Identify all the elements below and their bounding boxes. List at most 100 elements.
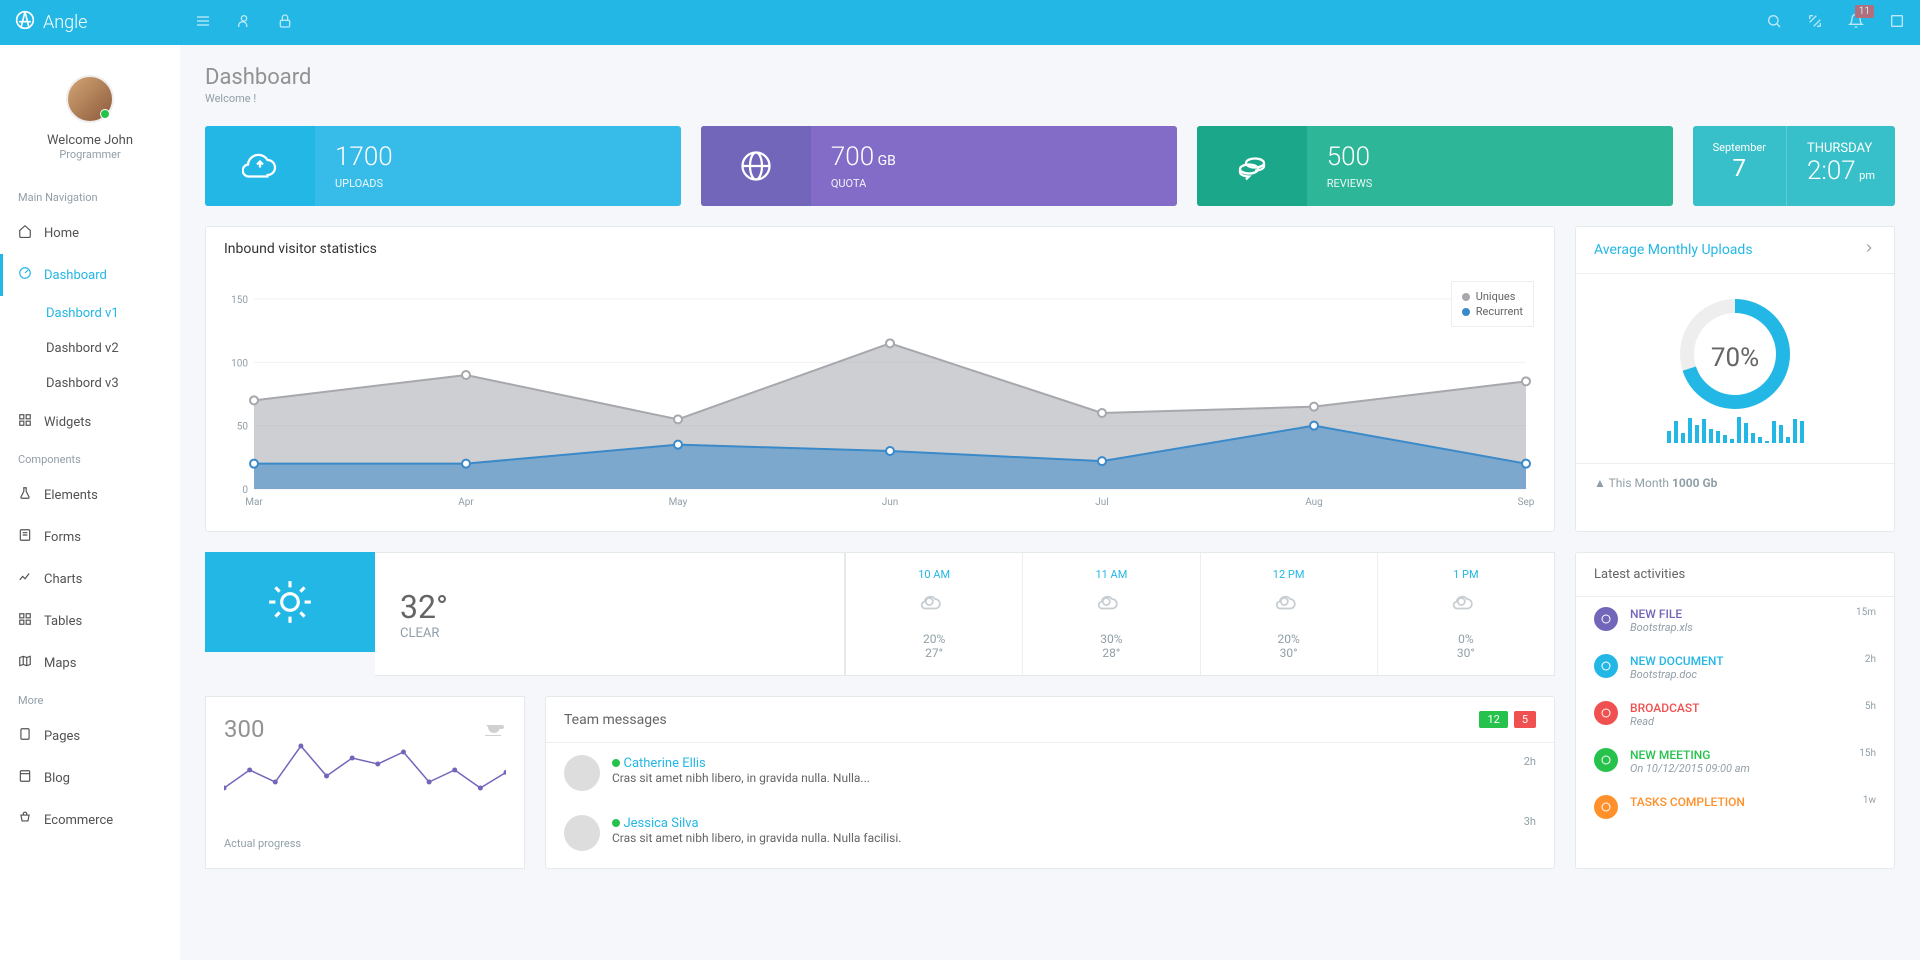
activity-icon bbox=[1594, 748, 1618, 772]
svg-text:Jun: Jun bbox=[882, 497, 899, 508]
activity-item[interactable]: NEW MEETING On 10/12/2015 09:00 am 15h bbox=[1576, 738, 1894, 785]
activity-icon bbox=[1594, 607, 1618, 631]
message-item[interactable]: Jessica Silva Cras sit amet nibh libero,… bbox=[546, 803, 1554, 863]
grid-icon bbox=[18, 413, 32, 431]
lock-icon[interactable] bbox=[277, 13, 293, 33]
nav-dashboard-v3[interactable]: Dashbord v3 bbox=[0, 366, 180, 401]
avatar bbox=[564, 815, 600, 851]
welcome-text: Welcome John bbox=[0, 133, 180, 148]
stat-value: 700 bbox=[831, 142, 874, 172]
nav-home[interactable]: Home bbox=[0, 212, 180, 254]
svg-text:Jul: Jul bbox=[1095, 497, 1108, 508]
page-subtitle: Welcome ! bbox=[205, 92, 256, 105]
weather-condition: CLEAR bbox=[400, 626, 448, 641]
topbar: Angle 11 bbox=[0, 0, 1920, 45]
nav-section-components: Components bbox=[0, 443, 180, 474]
activity-icon bbox=[1594, 701, 1618, 725]
user-icon[interactable] bbox=[236, 13, 252, 33]
nav-blog[interactable]: Blog bbox=[0, 757, 180, 799]
svg-text:Aug: Aug bbox=[1305, 497, 1323, 508]
stat-unit: GB bbox=[878, 153, 896, 169]
activity-item[interactable]: NEW DOCUMENT Bootstrap.doc 2h bbox=[1576, 644, 1894, 691]
stat-uploads[interactable]: 1700 UPLOADS bbox=[205, 126, 681, 206]
chart-title: Inbound visitor statistics bbox=[206, 227, 1554, 271]
date-weekday: THURSDAY bbox=[1807, 141, 1875, 156]
cloud-upload-icon bbox=[205, 126, 315, 206]
stat-label: REVIEWS bbox=[1327, 177, 1373, 190]
coffee-icon bbox=[482, 715, 506, 743]
date-month: September bbox=[1713, 141, 1766, 154]
chevron-right-icon[interactable] bbox=[1862, 241, 1876, 259]
chart-legend: Uniques Recurrent bbox=[1451, 281, 1534, 327]
svg-text:Mar: Mar bbox=[245, 497, 263, 508]
note-icon bbox=[18, 528, 32, 546]
nav-pages[interactable]: Pages bbox=[0, 715, 180, 757]
nav-section-main: Main Navigation bbox=[0, 181, 180, 212]
activity-icon bbox=[1594, 654, 1618, 678]
upload-icon: ▲ bbox=[1594, 476, 1606, 490]
nav-ecommerce[interactable]: Ecommerce bbox=[0, 799, 180, 841]
grid-icon[interactable] bbox=[1889, 13, 1905, 33]
nav-dashboard[interactable]: Dashboard bbox=[0, 254, 180, 296]
activity-item[interactable]: BROADCAST Read 5h bbox=[1576, 691, 1894, 738]
chart-icon bbox=[18, 570, 32, 588]
messages-panel: Team messages 12 5 Catherine Ellis Cras … bbox=[545, 696, 1555, 869]
activity-item[interactable]: TASKS COMPLETION 1w bbox=[1576, 785, 1894, 829]
stat-value: 500 bbox=[1327, 142, 1373, 172]
menu-toggle-icon[interactable] bbox=[195, 13, 211, 33]
sparkline-chart bbox=[224, 743, 506, 823]
nav-charts[interactable]: Charts bbox=[0, 558, 180, 600]
page-title: Dashboard bbox=[205, 65, 1895, 90]
nav-dashboard-v2[interactable]: Dashbord v2 bbox=[0, 331, 180, 366]
activities-title: Latest activities bbox=[1576, 553, 1894, 597]
nav-forms[interactable]: Forms bbox=[0, 516, 180, 558]
nav-widgets[interactable]: Widgets bbox=[0, 401, 180, 443]
mini-bar-chart bbox=[1576, 413, 1894, 443]
main-content: Dashboard Welcome ! 1700 UPLOADS 700 GB … bbox=[180, 45, 1920, 960]
search-icon[interactable] bbox=[1766, 13, 1782, 33]
progress-value: 300 bbox=[224, 715, 264, 743]
message-item[interactable]: Catherine Ellis Cras sit amet nibh liber… bbox=[546, 743, 1554, 803]
nav-dashboard-v1[interactable]: Dashbord v1 bbox=[0, 296, 180, 331]
monthly-uploads-panel: Average Monthly Uploads 70% ▲ This Month… bbox=[1575, 226, 1895, 532]
nav-elements[interactable]: Elements bbox=[0, 474, 180, 516]
svg-text:0: 0 bbox=[242, 485, 248, 496]
role-text: Programmer bbox=[0, 148, 180, 161]
svg-text:50: 50 bbox=[237, 422, 249, 433]
progress-card: 300 Actual progress bbox=[205, 696, 525, 869]
nav-maps[interactable]: Maps bbox=[0, 642, 180, 684]
fullscreen-icon[interactable] bbox=[1807, 13, 1823, 33]
topbar-right-icons: 11 bbox=[1766, 13, 1905, 33]
donut-value: 70% bbox=[1576, 343, 1894, 373]
sidebar: Welcome John Programmer Main Navigation … bbox=[0, 45, 180, 960]
avatar[interactable] bbox=[66, 75, 114, 123]
date-time: 2:07 bbox=[1807, 156, 1856, 186]
forecast-row: 10 AM 20%27° 11 AM 30%28° 12 PM 20%30° 1… bbox=[845, 552, 1555, 676]
doc-icon bbox=[18, 727, 32, 745]
chat-icon bbox=[1197, 126, 1307, 206]
forecast-item: 11 AM 30%28° bbox=[1022, 553, 1199, 675]
visitor-chart-panel: Inbound visitor statistics 050100150MarA… bbox=[205, 226, 1555, 532]
notification-icon[interactable]: 11 bbox=[1848, 13, 1864, 33]
svg-text:Apr: Apr bbox=[458, 497, 474, 508]
stat-quota[interactable]: 700 GB QUOTA bbox=[701, 126, 1177, 206]
forecast-item: 10 AM 20%27° bbox=[846, 553, 1022, 675]
date-day: 7 bbox=[1713, 154, 1766, 182]
message-list: Catherine Ellis Cras sit amet nibh liber… bbox=[546, 743, 1554, 863]
home-icon bbox=[18, 224, 32, 242]
brand-icon bbox=[15, 10, 35, 35]
nav-tables[interactable]: Tables bbox=[0, 600, 180, 642]
map-icon bbox=[18, 654, 32, 672]
activity-list: NEW FILE Bootstrap.xls 15m NEW DOCUMENT … bbox=[1576, 597, 1894, 829]
sun-icon bbox=[205, 552, 375, 652]
stat-label: UPLOADS bbox=[335, 177, 393, 190]
activity-icon bbox=[1594, 795, 1618, 819]
avatar bbox=[564, 755, 600, 791]
stat-reviews[interactable]: 500 REVIEWS bbox=[1197, 126, 1673, 206]
brand[interactable]: Angle bbox=[15, 10, 175, 35]
speedometer-icon bbox=[18, 266, 32, 284]
book-icon bbox=[18, 769, 32, 787]
forecast-item: 1 PM 0%30° bbox=[1377, 553, 1554, 675]
svg-text:May: May bbox=[669, 497, 688, 508]
activity-item[interactable]: NEW FILE Bootstrap.xls 15m bbox=[1576, 597, 1894, 644]
